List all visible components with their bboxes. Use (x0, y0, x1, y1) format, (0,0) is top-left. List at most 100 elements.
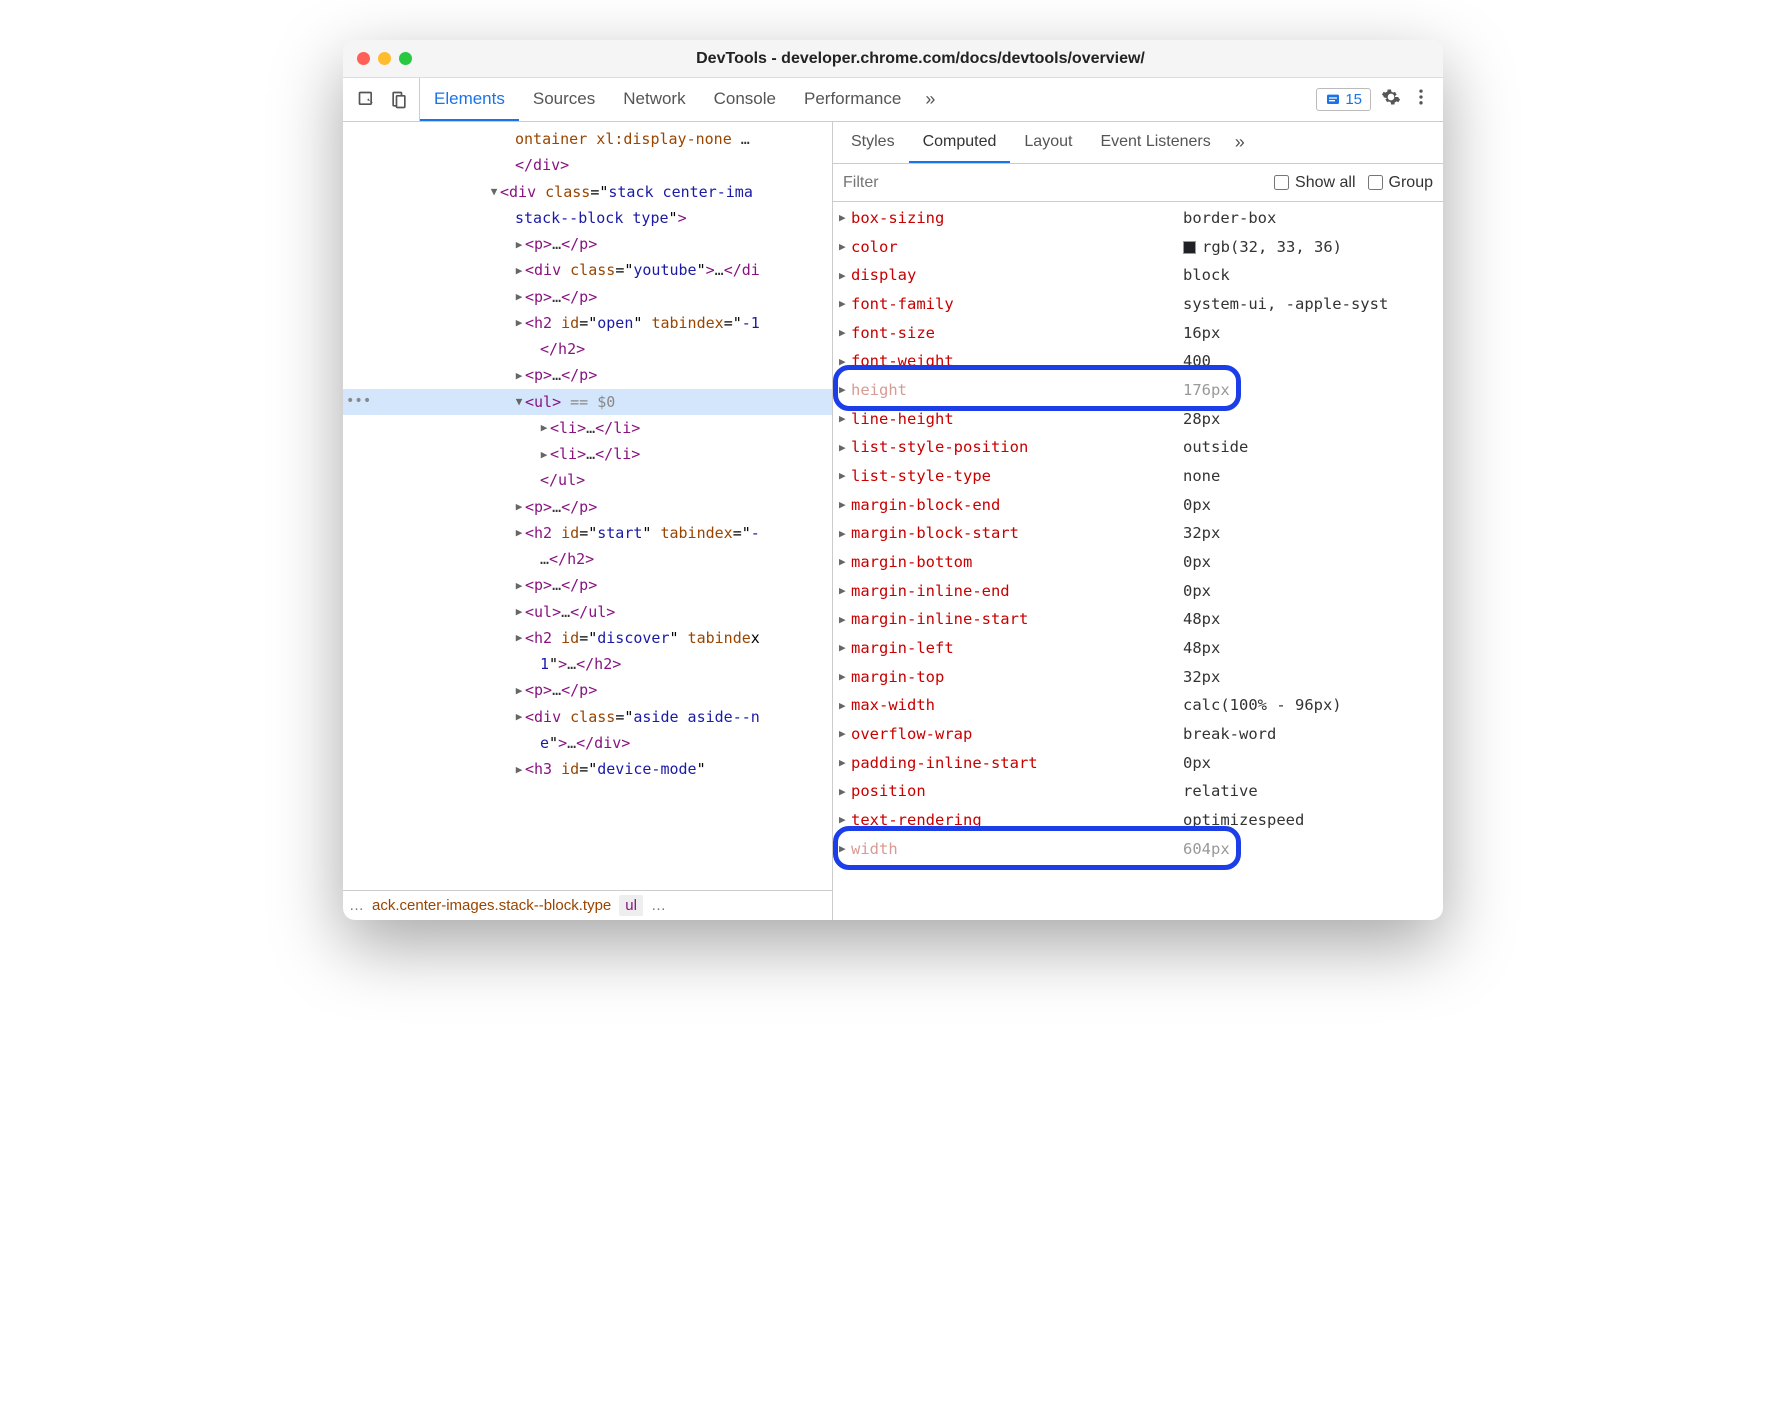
filter-input[interactable] (843, 174, 1262, 192)
dom-node[interactable]: <p>…</p> (343, 494, 832, 520)
computed-property[interactable]: box-sizingborder-box (833, 204, 1443, 233)
caret-icon[interactable] (513, 313, 525, 332)
breadcrumb-selected[interactable]: ul (619, 895, 643, 916)
computed-property[interactable]: colorrgb(32, 33, 36) (833, 233, 1443, 262)
caret-icon[interactable] (839, 667, 851, 687)
tab-performance[interactable]: Performance (790, 78, 915, 121)
side-tab-event-listeners[interactable]: Event Listeners (1086, 122, 1224, 163)
caret-icon[interactable] (839, 294, 851, 314)
tab-sources[interactable]: Sources (519, 78, 609, 121)
dom-node[interactable]: <div class="youtube">…</di (343, 257, 832, 283)
dom-node[interactable]: e">…</div> (343, 730, 832, 756)
caret-icon[interactable] (513, 576, 525, 595)
computed-property[interactable]: max-widthcalc(100% - 96px) (833, 691, 1443, 720)
computed-property[interactable]: overflow-wrapbreak-word (833, 720, 1443, 749)
computed-property[interactable]: displayblock (833, 261, 1443, 290)
zoom-icon[interactable] (399, 52, 412, 65)
caret-icon[interactable] (513, 497, 525, 516)
caret-icon[interactable] (513, 681, 525, 700)
dom-node[interactable]: <h2 id="start" tabindex="- (343, 520, 832, 546)
caret-icon[interactable] (839, 237, 851, 257)
dom-node[interactable]: <h2 id="open" tabindex="-1 (343, 310, 832, 336)
dom-node[interactable]: ontainer xl:display-none … (343, 126, 832, 152)
breadcrumb[interactable]: … ack.center-images.stack--block.type ul… (343, 890, 832, 920)
dom-node[interactable]: <p>…</p> (343, 231, 832, 257)
settings-icon[interactable] (1381, 87, 1401, 112)
show-all-checkbox[interactable]: Show all (1274, 174, 1355, 192)
computed-property[interactable]: font-weight400 (833, 347, 1443, 376)
computed-property[interactable]: positionrelative (833, 777, 1443, 806)
caret-icon[interactable] (839, 438, 851, 458)
side-tab-layout[interactable]: Layout (1010, 122, 1086, 163)
caret-icon[interactable] (513, 287, 525, 306)
group-checkbox[interactable]: Group (1368, 174, 1433, 192)
computed-styles[interactable]: box-sizingborder-boxcolorrgb(32, 33, 36)… (833, 202, 1443, 920)
caret-icon[interactable] (538, 418, 550, 437)
side-tabs-overflow-icon[interactable]: » (1225, 132, 1255, 153)
device-toggle-icon[interactable] (385, 86, 413, 114)
computed-property[interactable]: list-style-positionoutside (833, 433, 1443, 462)
caret-icon[interactable] (839, 495, 851, 515)
dom-node[interactable]: <div class="aside aside--n (343, 704, 832, 730)
tab-network[interactable]: Network (609, 78, 699, 121)
dom-node[interactable]: <p>…</p> (343, 677, 832, 703)
inspect-icon[interactable] (353, 86, 381, 114)
dom-node[interactable]: …</h2> (343, 546, 832, 572)
dom-node[interactable]: <p>…</p> (343, 284, 832, 310)
caret-icon[interactable] (839, 839, 851, 859)
caret-icon[interactable] (513, 392, 525, 411)
caret-icon[interactable] (513, 261, 525, 280)
caret-icon[interactable] (839, 552, 851, 572)
computed-property[interactable]: padding-inline-start0px (833, 749, 1443, 778)
computed-property[interactable]: font-size16px (833, 319, 1443, 348)
dom-node[interactable]: <h2 id="discover" tabindex (343, 625, 832, 651)
caret-icon[interactable] (513, 235, 525, 254)
caret-icon[interactable] (513, 628, 525, 647)
computed-property[interactable]: margin-inline-end0px (833, 577, 1443, 606)
dom-node[interactable]: <li>…</li> (343, 441, 832, 467)
caret-icon[interactable] (839, 696, 851, 716)
dom-node[interactable]: stack--block type"> (343, 205, 832, 231)
caret-icon[interactable] (839, 380, 851, 400)
caret-icon[interactable] (513, 707, 525, 726)
caret-icon[interactable] (839, 266, 851, 286)
computed-property[interactable]: margin-block-start32px (833, 519, 1443, 548)
caret-icon[interactable] (839, 753, 851, 773)
dom-node[interactable]: <div class="stack center-ima (343, 179, 832, 205)
dom-tree[interactable]: ontainer xl:display-none … </div> <div c… (343, 122, 832, 890)
tab-elements[interactable]: Elements (420, 78, 519, 121)
dom-node[interactable]: </div> (343, 152, 832, 178)
computed-property[interactable]: width604px (833, 835, 1443, 864)
caret-icon[interactable] (488, 182, 500, 201)
computed-property[interactable]: font-familysystem-ui, -apple-syst (833, 290, 1443, 319)
caret-icon[interactable] (839, 524, 851, 544)
caret-icon[interactable] (839, 208, 851, 228)
computed-property[interactable]: margin-block-end0px (833, 491, 1443, 520)
computed-property[interactable]: list-style-typenone (833, 462, 1443, 491)
caret-icon[interactable] (839, 810, 851, 830)
caret-icon[interactable] (839, 610, 851, 630)
caret-icon[interactable] (513, 602, 525, 621)
caret-icon[interactable] (839, 352, 851, 372)
dom-node[interactable]: <p>…</p> (343, 572, 832, 598)
computed-property[interactable]: text-renderingoptimizespeed (833, 806, 1443, 835)
dom-node[interactable]: </h2> (343, 336, 832, 362)
caret-icon[interactable] (538, 445, 550, 464)
caret-icon[interactable] (839, 581, 851, 601)
side-tab-computed[interactable]: Computed (909, 122, 1011, 163)
caret-icon[interactable] (513, 523, 525, 542)
close-icon[interactable] (357, 52, 370, 65)
caret-icon[interactable] (839, 782, 851, 802)
caret-icon[interactable] (839, 466, 851, 486)
caret-icon[interactable] (513, 760, 525, 779)
dom-node[interactable]: ••• <ul> == $0 (343, 389, 832, 415)
computed-property[interactable]: margin-left48px (833, 634, 1443, 663)
tabs-overflow-icon[interactable]: » (915, 89, 945, 110)
breadcrumb-path[interactable]: ack.center-images.stack--block.type (372, 897, 611, 914)
computed-property[interactable]: margin-inline-start48px (833, 605, 1443, 634)
issues-badge[interactable]: 15 (1316, 88, 1371, 111)
dom-node[interactable]: <h3 id="device-mode" (343, 756, 832, 782)
computed-property[interactable]: height176px (833, 376, 1443, 405)
caret-icon[interactable] (839, 323, 851, 343)
computed-property[interactable]: line-height28px (833, 405, 1443, 434)
